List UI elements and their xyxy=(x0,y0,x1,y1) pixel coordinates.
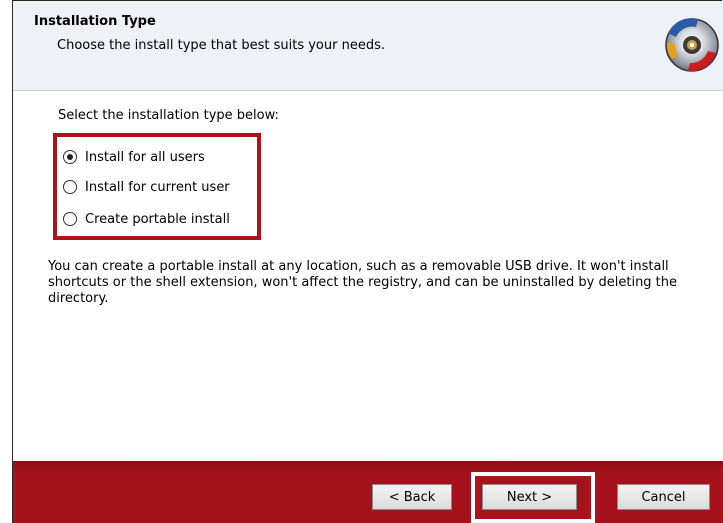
back-button[interactable]: < Back xyxy=(372,484,452,510)
radio-button[interactable] xyxy=(63,212,77,226)
next-highlight-box xyxy=(475,476,591,519)
radio-label: Create portable install xyxy=(85,211,230,227)
wizard-header: Installation Type Choose the install typ… xyxy=(13,1,723,91)
radio-button[interactable] xyxy=(63,180,77,194)
radio-label: Install for current user xyxy=(85,179,230,195)
installer-disc-icon xyxy=(665,18,719,72)
radio-install-all-users[interactable]: Install for all users xyxy=(63,146,205,168)
radio-button-checked[interactable] xyxy=(63,150,77,164)
radio-create-portable[interactable]: Create portable install xyxy=(63,208,230,230)
radio-install-current-user[interactable]: Install for current user xyxy=(63,176,230,198)
cancel-button[interactable]: Cancel xyxy=(617,484,710,510)
install-type-prompt: Select the installation type below: xyxy=(58,108,279,123)
page-title: Installation Type xyxy=(34,14,156,29)
page-subtitle: Choose the install type that best suits … xyxy=(57,38,385,53)
radio-label: Install for all users xyxy=(85,149,205,165)
portable-description: You can create a portable install at any… xyxy=(48,259,678,306)
